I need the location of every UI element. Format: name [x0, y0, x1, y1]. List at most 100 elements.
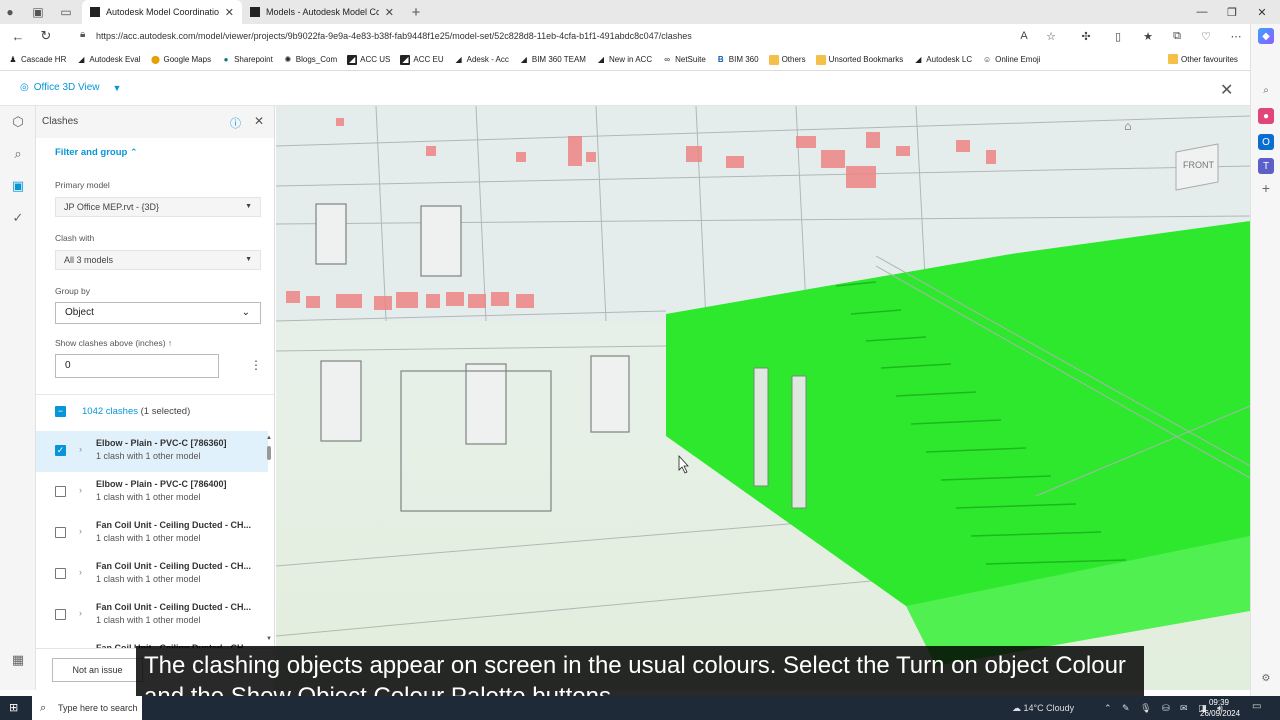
refresh-icon[interactable]: ↻ [32, 24, 60, 48]
tool-rail: ⬡ ⌕ ▣ ✓ ▦ [0, 106, 36, 690]
sidebar-settings-icon[interactable]: ⚙ [1258, 670, 1274, 686]
profile-icon[interactable]: ● [0, 2, 20, 22]
expand-chevron-icon[interactable]: › [79, 526, 82, 536]
bookmark-item[interactable]: ⬤ Google Maps [151, 55, 211, 65]
row-checkbox[interactable] [55, 486, 66, 497]
bookmark-item[interactable]: ◢ ACC EU [400, 54, 444, 65]
more-menu-icon[interactable]: ⋯ [1222, 24, 1250, 48]
new-tab-icon[interactable]: + [406, 2, 426, 22]
close-panel-icon[interactable]: ✕ [254, 114, 264, 128]
row-checkbox[interactable] [55, 568, 66, 579]
favorites-icon[interactable]: ★ [1134, 24, 1162, 48]
row-checkbox[interactable] [55, 527, 66, 538]
outlook-icon[interactable]: O [1258, 134, 1274, 150]
table-view-icon[interactable]: ▦ [0, 646, 36, 674]
extensions-icon[interactable]: ✣ [1072, 24, 1100, 48]
shopping-icon[interactable]: ● [1258, 108, 1274, 124]
expand-chevron-icon[interactable]: › [79, 444, 82, 454]
bookmark-item[interactable]: ✺ Blogs_Com [283, 55, 337, 65]
row-checkbox[interactable]: ✓ [55, 445, 66, 456]
taskbar-search[interactable]: ⌕ Type here to search [32, 696, 142, 720]
clash-row[interactable]: ✓ › Elbow - Plain - PVC-C [786360] 1 clash … [36, 431, 268, 472]
clash-row[interactable]: › Fan Coil Unit - Ceiling Ducted - CH... 1… [36, 595, 268, 636]
restore-icon[interactable]: ❐ [1218, 0, 1246, 24]
list-scrollbar[interactable]: ▲ ▼ [266, 435, 272, 642]
filter-group-toggle[interactable]: Filter and group ⌃ [55, 147, 138, 158]
clashes-icon[interactable]: ▣ [0, 172, 36, 200]
other-favourites-folder[interactable]: Other favourites [1168, 54, 1238, 64]
bookmark-folder[interactable]: Others [768, 54, 806, 65]
home-view-icon[interactable]: ⌂ [1124, 119, 1132, 133]
scroll-thumb[interactable] [267, 446, 271, 460]
autodesk-icon: ◢ [78, 55, 85, 64]
browser-essentials-icon[interactable]: ♡ [1192, 24, 1220, 48]
sharepoint-icon: ● [223, 55, 229, 64]
group-by-select[interactable]: Object ⌄ [55, 302, 261, 324]
3d-viewport[interactable]: FRONT ⌂ [276, 106, 1250, 690]
clash-row[interactable]: › Elbow - Plain - PVC-C [786400] 1 clash w… [36, 472, 268, 513]
threshold-input[interactable]: 0 [55, 354, 219, 378]
panel-title: Clashes [42, 116, 79, 127]
expand-chevron-icon[interactable]: › [79, 485, 82, 495]
close-tab-icon[interactable]: ✕ [385, 6, 394, 19]
clash-row-subtitle: 1 clash with 1 other model [96, 615, 201, 625]
tab-actions-icon[interactable]: ▭ [56, 2, 76, 22]
bookmark-item[interactable]: ◢ ACC US [347, 54, 390, 65]
read-aloud-icon[interactable]: A [1010, 24, 1038, 48]
row-checkbox[interactable] [55, 609, 66, 620]
close-window-icon[interactable]: ✕ [1248, 0, 1276, 24]
model-render: FRONT ⌂ [276, 106, 1250, 666]
search-objects-icon[interactable]: ⌕ [0, 140, 36, 168]
close-tab-icon[interactable]: ✕ [225, 6, 234, 19]
tab-models[interactable]: Models - Autodesk Model Coordi ✕ [242, 0, 402, 24]
clock[interactable]: 09:39 26/09/2024 [1200, 696, 1240, 719]
model-browser-icon[interactable]: ⬡ [0, 108, 36, 136]
copilot-icon[interactable]: ◆ [1258, 28, 1274, 44]
minimize-icon[interactable]: — [1188, 0, 1216, 24]
select-all-checkbox[interactable]: − [55, 406, 66, 417]
close-viewer-icon[interactable]: ✕ [1220, 80, 1233, 100]
bookmark-item[interactable]: ◢ Autodesk LC [913, 55, 972, 65]
scroll-down-icon[interactable]: ▼ [266, 636, 272, 642]
autodesk-logo-icon [90, 7, 100, 17]
start-icon[interactable]: ⊞ [9, 701, 18, 714]
bookmark-item[interactable]: ♟ Cascade HR [8, 55, 66, 65]
weather-widget[interactable]: ☁ 14°C Cloudy [1012, 696, 1074, 720]
more-options-icon[interactable]: ⋮ [250, 358, 262, 372]
not-an-issue-button[interactable]: Not an issue [52, 658, 143, 682]
teams-icon[interactable]: T [1258, 158, 1274, 174]
bookmark-item[interactable]: ● Sharepoint [221, 55, 273, 65]
bookmark-folder[interactable]: Unsorted Bookmarks [815, 54, 903, 65]
tab-autodesk-model-coordination[interactable]: Autodesk Model Coordination ✕ [82, 0, 242, 24]
folder-icon [768, 54, 779, 65]
bookmark-item[interactable]: ☺ Online Emoji [982, 55, 1040, 65]
issues-icon[interactable]: ✓ [0, 204, 36, 232]
bookmark-item[interactable]: ◢ New in ACC [596, 55, 652, 65]
primary-model-select[interactable]: JP Office MEP.rvt - {3D} ▼ [55, 197, 261, 217]
clash-row[interactable]: › Fan Coil Unit - Ceiling Ducted - CH... 1… [36, 554, 268, 595]
view-cube-face-label: FRONT [1183, 160, 1214, 170]
view-selector[interactable]: ◎ Office 3D View ▼ [20, 82, 121, 93]
expand-chevron-icon[interactable]: › [79, 608, 82, 618]
favorite-star-icon[interactable]: ☆ [1037, 24, 1065, 48]
split-screen-icon[interactable]: ▯ [1104, 24, 1132, 48]
expand-chevron-icon[interactable]: › [79, 567, 82, 577]
add-sidebar-app-icon[interactable]: + [1258, 180, 1274, 196]
clash-row[interactable]: › Fan Coil Unit - Ceiling Ducted - CH... 1… [36, 513, 268, 554]
workspaces-icon[interactable]: ▣ [28, 2, 48, 22]
bookmark-item[interactable]: ∞ NetSuite [662, 55, 706, 65]
bookmark-item[interactable]: ◢ BIM 360 TEAM [519, 55, 586, 65]
url-field[interactable]: https://acc.autodesk.com/model/viewer/pr… [96, 24, 692, 48]
scroll-up-icon[interactable]: ▲ [266, 435, 272, 441]
bookmark-item[interactable]: ◢ Autodesk Eval [76, 55, 140, 65]
back-icon[interactable]: ← [4, 24, 32, 48]
bookmark-item[interactable]: ◢ Adesk - Acc [454, 55, 509, 65]
tab-title: Models - Autodesk Model Coordi [266, 7, 379, 17]
clash-with-select[interactable]: All 3 models ▼ [55, 250, 261, 270]
info-icon[interactable]: ⓘ [230, 115, 241, 131]
acc-icon: ◢ [400, 54, 411, 65]
notifications-icon[interactable]: ▭ [1252, 701, 1261, 712]
search-icon[interactable]: ⌕ [1258, 82, 1274, 98]
collections-icon[interactable]: ⧉ [1163, 24, 1191, 48]
bookmark-item[interactable]: B BIM 360 [716, 55, 759, 65]
